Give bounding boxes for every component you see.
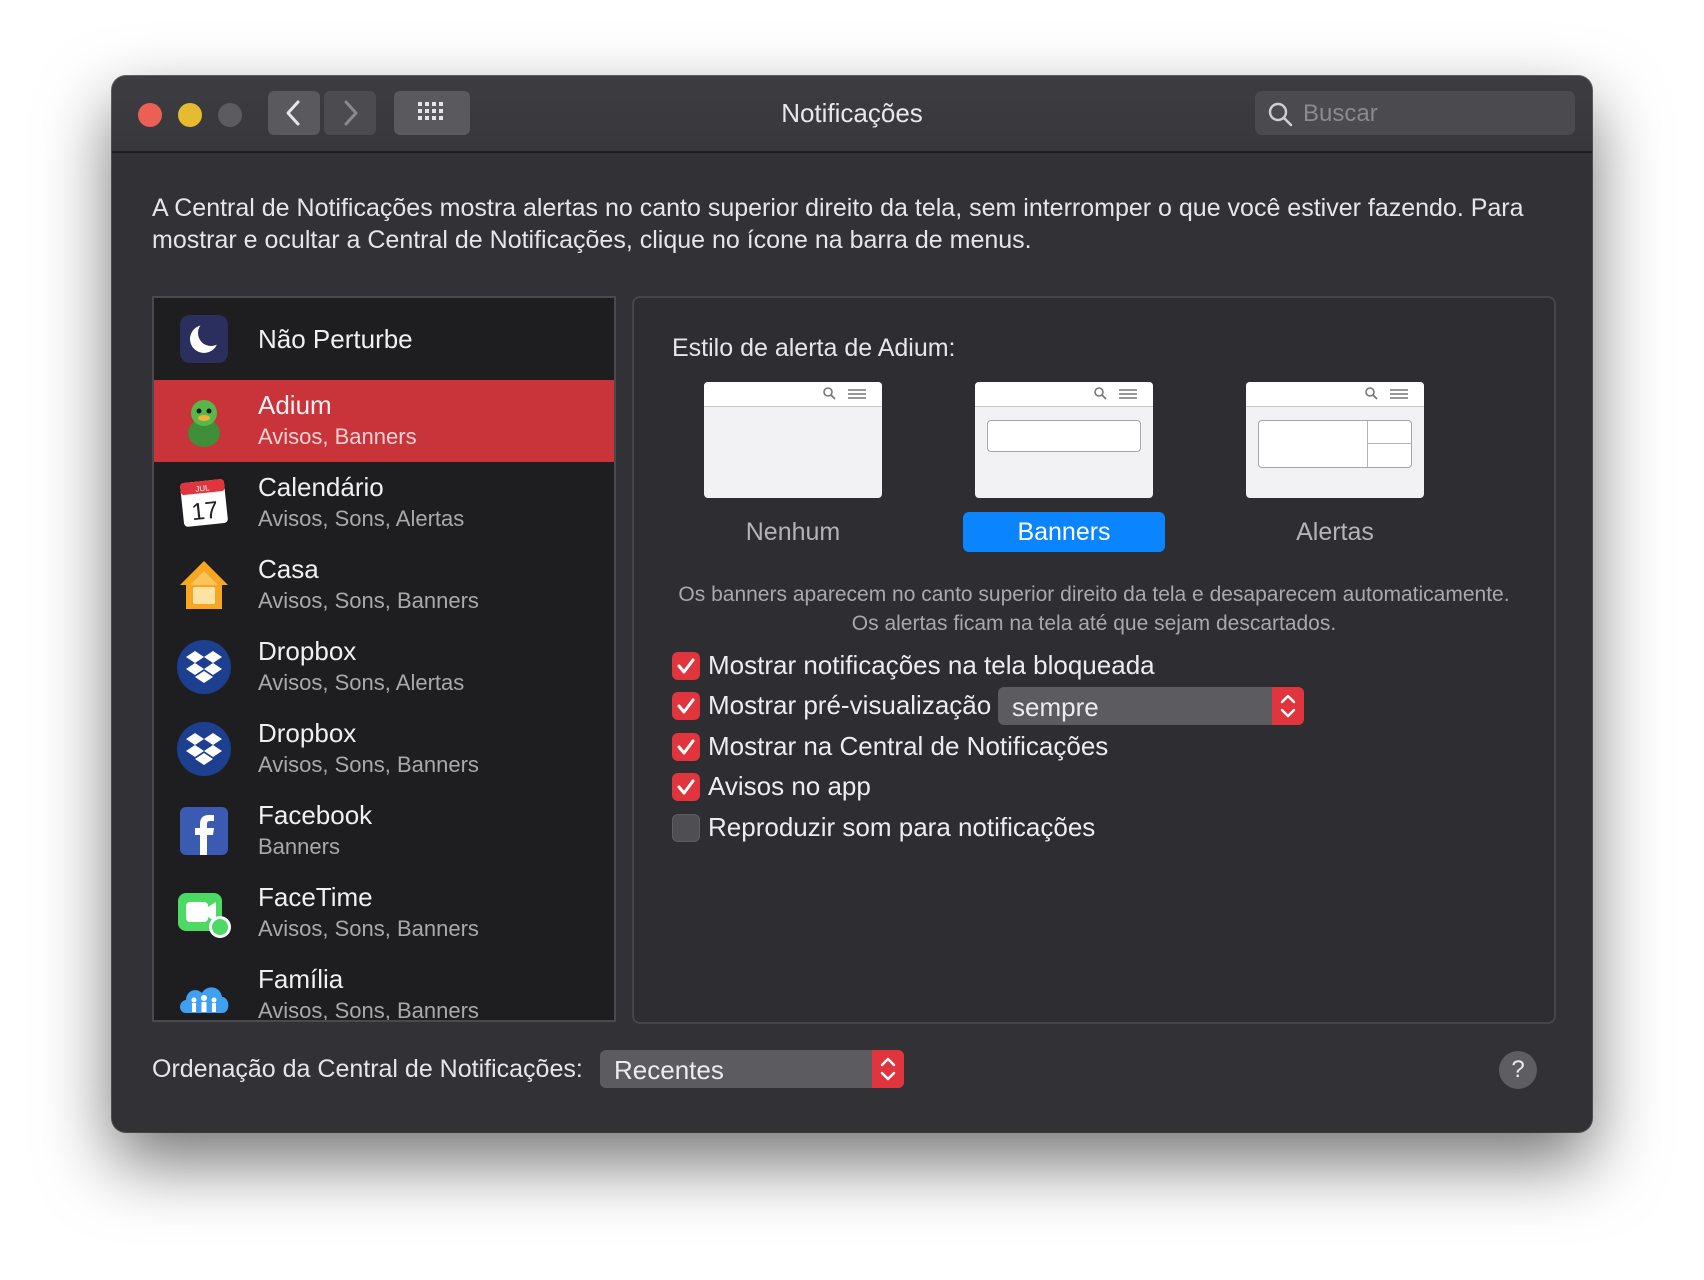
dropbox-icon xyxy=(177,640,231,694)
search-icon xyxy=(1268,102,1293,127)
app-name: Dropbox xyxy=(258,636,357,666)
app-name: Dropbox xyxy=(258,718,357,748)
app-subtitle: Avisos, Sons, Banners xyxy=(258,588,479,613)
home-icon xyxy=(180,561,228,609)
alert-style-label: Alertas xyxy=(1296,518,1374,546)
alert-style-help: Os banners aparecem no canto superior di… xyxy=(678,583,1510,635)
menubar-preview-icon xyxy=(823,387,866,400)
popup-value: Recentes xyxy=(614,1055,724,1085)
option-label: Mostrar pré-visualização xyxy=(708,690,992,720)
search-input[interactable] xyxy=(1301,97,1565,131)
app-name: Calendário xyxy=(258,472,384,502)
checkmark-icon xyxy=(677,698,695,714)
moon-icon xyxy=(180,315,228,363)
facetime-icon xyxy=(178,893,231,938)
option-label: Mostrar notificações na tela bloqueada xyxy=(708,650,1155,680)
chevron-updown-icon xyxy=(1280,694,1296,718)
preferences-window: Notificações A Central de Notificações m… xyxy=(112,76,1592,1132)
app-name: Adium xyxy=(258,390,332,420)
style-preview-none xyxy=(704,382,882,498)
app-name: Facebook xyxy=(258,800,373,830)
popup-stepper xyxy=(872,1050,904,1088)
option-label: Mostrar na Central de Notificações xyxy=(708,731,1109,761)
alert-style-label: Banners xyxy=(963,512,1165,552)
app-subtitle: Avisos, Sons, Alertas xyxy=(258,506,465,531)
app-subtitle: Banners xyxy=(258,834,340,859)
family-icon xyxy=(180,987,229,1013)
checkbox[interactable] xyxy=(672,692,700,720)
alert-style-label: Nenhum xyxy=(745,518,841,546)
list-item-nao-perturbe[interactable]: Não Perturbe xyxy=(154,298,614,380)
list-item-facetime[interactable]: FaceTime Avisos, Sons, Banners xyxy=(154,872,614,954)
app-name: Família xyxy=(258,964,344,994)
style-preview-alerts xyxy=(1246,382,1424,498)
svg-text:17: 17 xyxy=(190,497,219,527)
chevron-updown-icon xyxy=(880,1057,896,1081)
alert-style-heading: Estilo de alerta de Adium: xyxy=(672,334,956,362)
checkmark-icon xyxy=(677,739,695,755)
list-item-familia[interactable]: Família Avisos, Sons, Banners xyxy=(154,954,614,1022)
list-item-dropbox-2[interactable]: Dropbox Avisos, Sons, Banners xyxy=(154,708,614,790)
checkbox[interactable] xyxy=(672,652,700,680)
help-button[interactable]: ? xyxy=(1499,1051,1537,1089)
menubar-preview-icon xyxy=(1094,387,1137,400)
app-subtitle: Avisos, Sons, Banners xyxy=(258,916,479,941)
option-label: Avisos no app xyxy=(708,771,871,801)
app-subtitle: Avisos, Sons, Banners xyxy=(258,752,479,777)
checkbox[interactable] xyxy=(672,814,700,842)
list-item-adium[interactable]: Adium Avisos, Banners xyxy=(154,380,614,462)
list-item-facebook[interactable]: Facebook Banners xyxy=(154,790,614,872)
app-name: Casa xyxy=(258,554,319,584)
dropbox-icon xyxy=(177,722,231,776)
sort-label: Ordenação da Central de Notificações: xyxy=(152,1055,583,1083)
list-item-dropbox-1[interactable]: Dropbox Avisos, Sons, Alertas xyxy=(154,626,614,708)
checkmark-icon xyxy=(677,658,695,674)
title-bar: Notificações xyxy=(112,76,1592,153)
svg-text:JUL: JUL xyxy=(195,483,211,493)
style-preview-banners xyxy=(975,382,1153,498)
app-name: Não Perturbe xyxy=(258,324,413,354)
app-list[interactable]: Não Perturbe Adium Avisos, Banners JUL 1… xyxy=(152,296,616,1022)
app-subtitle: Avisos, Sons, Banners xyxy=(258,998,479,1022)
search-field[interactable] xyxy=(1255,91,1575,135)
app-name: FaceTime xyxy=(258,882,373,912)
checkbox[interactable] xyxy=(672,773,700,801)
menubar-preview-icon xyxy=(1365,387,1408,400)
calendar-icon: JUL 17 xyxy=(180,479,228,527)
alert-settings-panel: Estilo de alerta de Adium: Nenhum Banner… xyxy=(632,296,1556,1024)
option-label: Reproduzir som para notificações xyxy=(708,812,1096,842)
checkbox[interactable] xyxy=(672,733,700,761)
popup-stepper xyxy=(1272,687,1304,725)
app-subtitle: Avisos, Sons, Alertas xyxy=(258,670,465,695)
facebook-icon xyxy=(180,807,228,855)
popup-value: sempre xyxy=(1012,692,1099,722)
list-item-calendario[interactable]: JUL 17 Calendário Avisos, Sons, Alertas xyxy=(154,462,614,544)
description-text: A Central de Notificações mostra alertas… xyxy=(152,194,1524,254)
checkmark-icon xyxy=(677,779,695,795)
sort-popup[interactable]: Recentes xyxy=(600,1050,904,1088)
adium-duck-icon xyxy=(188,400,220,447)
preview-popup[interactable]: sempre xyxy=(998,687,1304,725)
list-item-casa[interactable]: Casa Avisos, Sons, Banners xyxy=(154,544,614,626)
app-subtitle: Avisos, Banners xyxy=(258,424,417,449)
